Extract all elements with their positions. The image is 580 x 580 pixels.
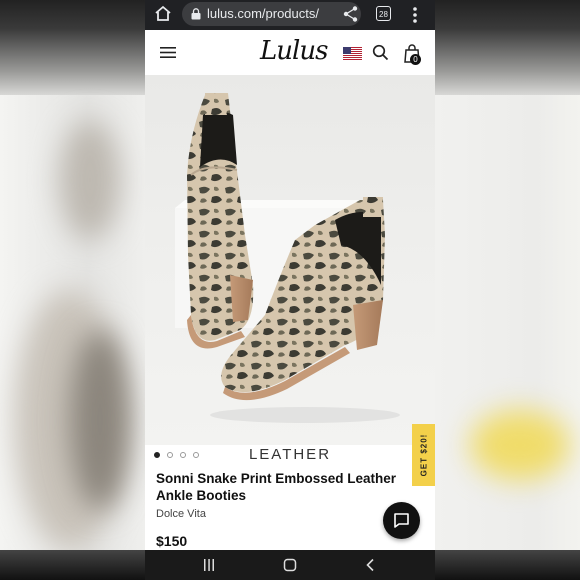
site-header: Lulus 0 — [145, 30, 435, 75]
share-icon[interactable] — [342, 5, 360, 23]
backdrop-blob — [60, 120, 120, 240]
system-nav-bar — [145, 550, 435, 580]
recent-apps-icon[interactable] — [201, 558, 217, 572]
product-photo — [175, 93, 400, 423]
browser-toolbar: lulus.com/products/ 28 — [145, 0, 435, 30]
product-image[interactable] — [145, 75, 435, 445]
product-brand[interactable]: Dolce Vita — [156, 508, 206, 520]
home-nav-icon[interactable] — [282, 558, 298, 572]
product-name: Sonni Snake Print Embossed Leather Ankle… — [156, 471, 397, 503]
home-icon[interactable] — [153, 4, 173, 24]
backdrop-blob — [470, 410, 570, 480]
material-label: LEATHER — [248, 446, 332, 463]
hamburger-icon[interactable] — [160, 46, 176, 59]
promo-tab[interactable]: GET $20! — [412, 424, 435, 486]
site-logo[interactable]: Lulus — [260, 36, 328, 66]
backdrop-blob — [70, 330, 130, 510]
us-flag-icon[interactable] — [343, 47, 362, 60]
tab-switcher-button[interactable]: 28 — [376, 6, 391, 21]
back-icon[interactable] — [363, 558, 379, 572]
promo-label: GET $20! — [419, 433, 428, 477]
cart-count-badge: 0 — [410, 54, 421, 65]
search-icon[interactable] — [372, 44, 389, 61]
address-bar[interactable]: lulus.com/products/ — [182, 2, 361, 26]
lock-icon — [191, 8, 201, 20]
more-vert-icon[interactable] — [412, 5, 418, 25]
url-text: lulus.com/products/ — [207, 6, 319, 21]
backdrop-right — [435, 95, 580, 550]
chat-button[interactable] — [383, 502, 420, 539]
chat-icon — [394, 513, 409, 528]
product-price: $150 — [156, 533, 188, 549]
